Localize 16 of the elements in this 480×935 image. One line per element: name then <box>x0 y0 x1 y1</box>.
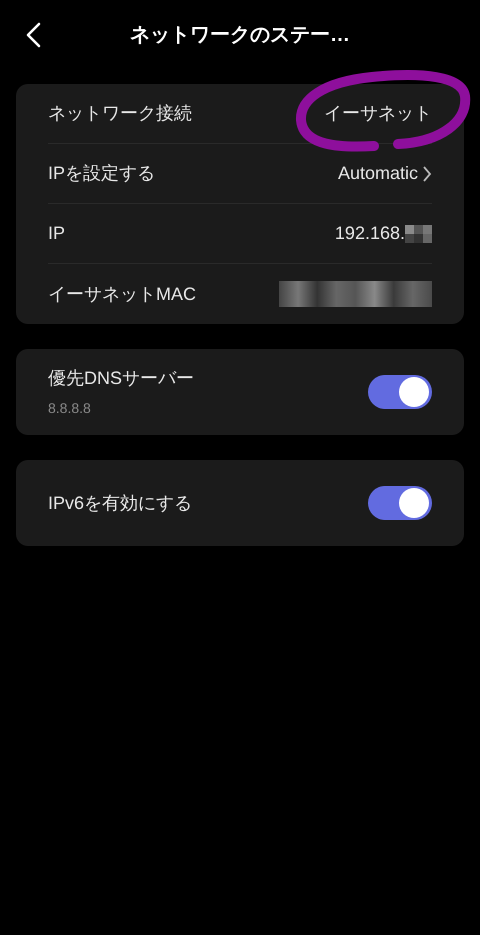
page-title: ネットワークのステー… <box>130 23 350 48</box>
setting-label: ネットワーク接続 <box>48 102 192 125</box>
back-icon <box>25 22 41 48</box>
setting-label: IP <box>48 222 66 245</box>
setting-label: IPを設定する <box>48 162 156 185</box>
setting-label: 優先DNSサーバー <box>48 367 194 390</box>
ip-mode-link[interactable]: Automatic <box>338 160 432 187</box>
setting-value: イーサネット <box>324 102 432 125</box>
setting-label: IPv6を有効にする <box>48 492 192 514</box>
toggle-switch[interactable] <box>368 375 432 409</box>
toggle-switch[interactable] <box>368 486 432 520</box>
pixelated-block <box>405 224 432 242</box>
chevron-right-icon <box>422 164 432 182</box>
setting-label: イーサネットMAC <box>48 282 196 306</box>
setting-sublabel: 8.8.8.8 <box>48 399 92 418</box>
setting-value: 192.168. <box>334 222 405 245</box>
